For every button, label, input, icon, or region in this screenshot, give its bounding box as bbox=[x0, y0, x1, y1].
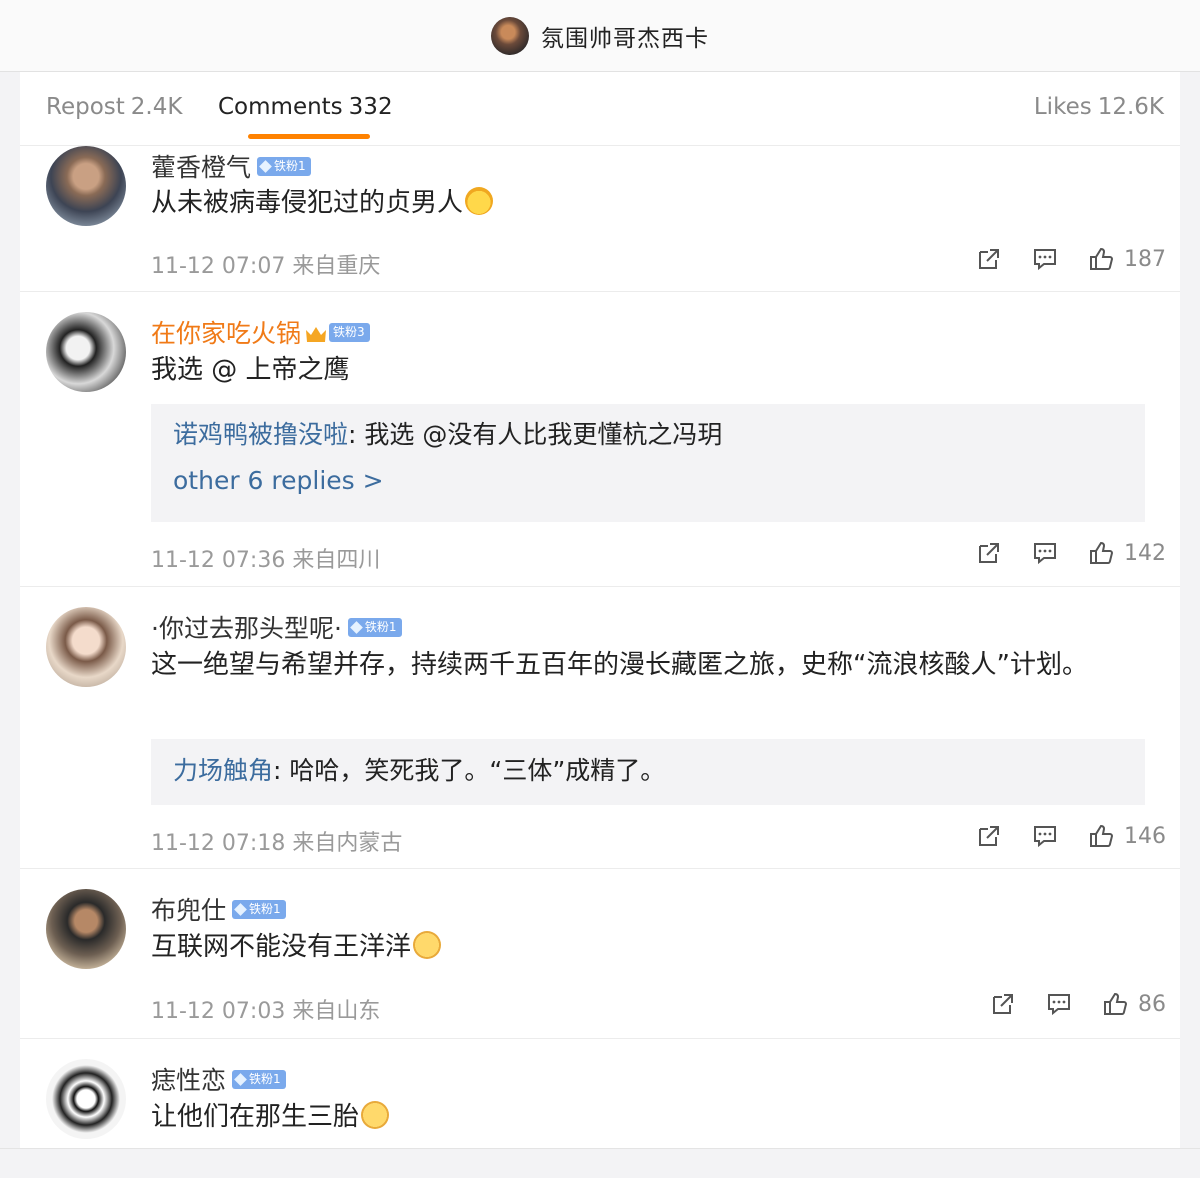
avatar[interactable] bbox=[46, 146, 126, 226]
comment-list: 藿香橙气 铁粉1 从未被病毒侵犯过的贞男人 11-12 07:07 来自重庆 1… bbox=[20, 146, 1180, 1148]
like-icon[interactable] bbox=[1102, 991, 1128, 1017]
tab-comments[interactable]: Comments 332 bbox=[218, 94, 393, 120]
comment-text: 这一绝望与希望并存，持续两千五百年的漫长藏匿之旅，史称“流浪核酸人”计划。 bbox=[151, 650, 1088, 680]
fan-badge-label: 铁粉1 bbox=[249, 901, 281, 916]
avatar[interactable] bbox=[46, 312, 126, 392]
comment-icon[interactable] bbox=[1032, 246, 1058, 272]
reply-line: 诺鸡鸭被撸没啦: 我选 @没有人比我更懂杭之冯玥 bbox=[173, 416, 1123, 454]
comment-text-content: 让他们在那生三胎 bbox=[151, 1102, 360, 1132]
share-icon[interactable] bbox=[976, 540, 1002, 566]
diamond-icon bbox=[234, 902, 247, 916]
star-emoji-icon bbox=[465, 187, 494, 215]
author-avatar[interactable] bbox=[491, 16, 529, 55]
share-icon[interactable] bbox=[976, 823, 1002, 849]
tab-likes-label: Likes bbox=[1033, 94, 1092, 120]
reply-colon: : bbox=[273, 756, 290, 785]
comment-author-name: 在你家吃火锅 bbox=[151, 319, 302, 348]
more-replies-link[interactable]: other 6 replies > bbox=[173, 466, 1123, 495]
comment-meta: 11-12 07:03 来自山东 bbox=[151, 999, 381, 1024]
comment-author-name: 痣性恋 bbox=[151, 1066, 227, 1095]
fan-badge-label: 铁粉1 bbox=[274, 158, 306, 173]
diamond-icon bbox=[350, 620, 363, 634]
comment-text: 从未被病毒侵犯过的贞男人 bbox=[151, 184, 1151, 223]
reply-line: 力场触角: 哈哈，笑死我了。“三体”成精了。 bbox=[173, 752, 1123, 790]
comment-text: 我选 @ 上帝之鹰 bbox=[151, 355, 350, 385]
comment-text: 互联网不能没有王洋洋 bbox=[151, 928, 1151, 967]
comment-item: ·你过去那头型呢· 铁粉1 这一绝望与希望并存，持续两千五百年的漫长藏匿之旅，史… bbox=[20, 587, 1180, 869]
share-icon[interactable] bbox=[976, 246, 1002, 272]
comment-meta: 11-12 07:36 来自四川 bbox=[151, 548, 381, 573]
fan-badge-label: 铁粉1 bbox=[364, 619, 397, 634]
fan-badge-label: 铁粉3 bbox=[333, 324, 365, 339]
like-icon[interactable] bbox=[1088, 823, 1114, 849]
comments-card: Repost 2.4K Comments 332 Likes 12.6K 藿香橙气 铁… bbox=[20, 72, 1180, 1148]
comment-author[interactable]: ·你过去那头型呢· 铁粉1 bbox=[151, 609, 402, 645]
like-icon[interactable] bbox=[1088, 540, 1114, 566]
top-bar: 氛围帅哥杰西卡 bbox=[0, 0, 1200, 72]
comment-actions: 142 bbox=[946, 540, 1166, 566]
comment-item: 在你家吃火锅 铁粉3 我选 @ 上帝之鹰 诺鸡鸭被撸没啦: 我选 @没有人比我更… bbox=[20, 292, 1180, 587]
comment-icon[interactable] bbox=[1032, 540, 1058, 566]
fan-badge: 铁粉1 bbox=[257, 156, 311, 176]
fan-badge: 铁粉1 bbox=[232, 899, 286, 919]
crown-icon bbox=[305, 321, 327, 342]
like-count: 187 bbox=[1124, 246, 1166, 272]
diamond-icon bbox=[259, 159, 272, 173]
avatar[interactable] bbox=[46, 1059, 126, 1139]
comment-icon[interactable] bbox=[1046, 991, 1072, 1017]
comment-meta: 11-12 07:07 来自重庆 bbox=[151, 254, 381, 279]
comment-author[interactable]: 痣性恋 铁粉1 bbox=[151, 1061, 286, 1097]
tab-repost-count: 2.4K bbox=[130, 94, 183, 120]
comment-text-content: 互联网不能没有王洋洋 bbox=[151, 932, 412, 962]
active-tab-indicator bbox=[248, 134, 370, 139]
reply-user[interactable]: 诺鸡鸭被撸没啦 bbox=[173, 420, 348, 449]
pleading-emoji-icon bbox=[413, 931, 442, 959]
comment-item: 布兜仕 铁粉1 互联网不能没有王洋洋 11-12 07:03 来自山东 86 bbox=[20, 869, 1180, 1039]
bottom-bar bbox=[0, 1148, 1200, 1178]
comment-text: 让他们在那生三胎 bbox=[151, 1098, 1151, 1137]
like-icon[interactable] bbox=[1088, 246, 1114, 272]
diamond-icon bbox=[234, 1072, 247, 1086]
comment-meta: 11-12 07:18 来自内蒙古 bbox=[151, 831, 403, 856]
comment-author-name: 藿香橙气 bbox=[151, 153, 252, 182]
reply-user[interactable]: 力场触角 bbox=[173, 756, 273, 785]
comment-icon[interactable] bbox=[1032, 823, 1058, 849]
comment-item: 藿香橙气 铁粉1 从未被病毒侵犯过的贞男人 11-12 07:07 来自重庆 1… bbox=[20, 146, 1180, 292]
reply-text: 我选 @没有人比我更懂杭之冯玥 bbox=[364, 420, 723, 449]
tab-comments-count: 332 bbox=[348, 94, 393, 120]
reply-box[interactable]: 诺鸡鸭被撸没啦: 我选 @没有人比我更懂杭之冯玥 other 6 replies… bbox=[151, 404, 1145, 522]
like-count: 146 bbox=[1124, 823, 1166, 849]
comment-item: 痣性恋 铁粉1 让他们在那生三胎 bbox=[20, 1039, 1180, 1148]
tab-likes[interactable]: Likes 12.6K bbox=[1034, 94, 1164, 120]
tab-comments-label: Comments bbox=[218, 94, 343, 120]
comment-author[interactable]: 在你家吃火锅 铁粉3 bbox=[151, 314, 370, 350]
fan-badge: 铁粉1 bbox=[347, 617, 402, 637]
tab-repost-label: Repost bbox=[46, 94, 125, 120]
tab-bar: Repost 2.4K Comments 332 Likes 12.6K bbox=[20, 72, 1180, 146]
comment-actions: 187 bbox=[946, 246, 1166, 272]
comment-author[interactable]: 布兜仕 铁粉1 bbox=[151, 891, 286, 927]
fan-badge: 铁粉3 bbox=[329, 322, 370, 342]
fan-badge-label: 铁粉1 bbox=[249, 1071, 281, 1086]
author-name[interactable]: 氛围帅哥杰西卡 bbox=[541, 19, 709, 53]
like-count: 86 bbox=[1138, 991, 1166, 1017]
fan-badge: 铁粉1 bbox=[232, 1069, 286, 1089]
avatar[interactable] bbox=[46, 889, 126, 969]
avatar[interactable] bbox=[46, 607, 126, 687]
share-icon[interactable] bbox=[990, 991, 1016, 1017]
reply-text: 哈哈，笑死我了。“三体”成精了。 bbox=[289, 756, 666, 785]
comment-text-content: 从未被病毒侵犯过的贞男人 bbox=[151, 188, 464, 218]
comment-author-name: 布兜仕 bbox=[151, 896, 227, 925]
like-count: 142 bbox=[1124, 540, 1166, 566]
reply-box[interactable]: 力场触角: 哈哈，笑死我了。“三体”成精了。 bbox=[151, 739, 1145, 805]
reply-colon: : bbox=[348, 420, 365, 449]
shocked-emoji-icon bbox=[361, 1101, 390, 1129]
tab-likes-count: 12.6K bbox=[1097, 94, 1164, 120]
tab-repost[interactable]: Repost 2.4K bbox=[46, 94, 182, 120]
comment-author-name: ·你过去那头型呢· bbox=[151, 614, 342, 643]
comment-actions: 86 bbox=[960, 991, 1166, 1017]
comment-actions: 146 bbox=[946, 823, 1166, 849]
comment-author[interactable]: 藿香橙气 铁粉1 bbox=[151, 148, 311, 184]
